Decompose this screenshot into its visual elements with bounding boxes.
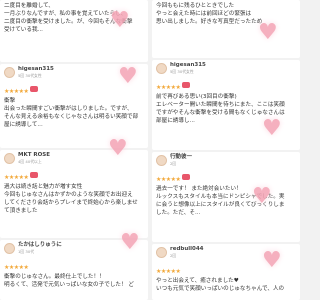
avatar <box>156 246 167 258</box>
review-card[interactable]: 今回ももに残るひとときでした やっと会えた時には前回ほどの緊張は 思い出しました… <box>152 0 300 58</box>
reviewer: redbull044 2回 <box>156 246 296 258</box>
review-line: 部屋に誘導し... <box>156 118 195 124</box>
badge <box>30 171 38 178</box>
star-rating: ★★★★★ <box>4 264 29 271</box>
review-title: やっと出会えて、癒されました♥ <box>156 278 239 284</box>
review-line: 屋に誘導して... <box>4 122 43 128</box>
avatar <box>156 62 167 74</box>
badge <box>182 173 190 180</box>
review-line: ルックスもスタイルも本当にドンピシャでした。実 <box>156 194 285 200</box>
review-line: 受けている我... <box>4 27 43 33</box>
review-title: 衝撃 <box>4 98 16 104</box>
review-card[interactable]: redbull044 2回 ★★★★★ やっと出会えて、癒されました♥ いつも元… <box>152 244 300 300</box>
review-card[interactable]: higesan315 5回 30代女性 ★★★★★ 前で再びある思い(3回目の衝… <box>152 60 300 150</box>
review-line: してくださり会話からプレイまで終始心から楽しませ <box>4 200 138 206</box>
review-card[interactable]: 二度目を離婚して、 一月ぶりなんですが、私の事を覚えていたらし、 二度目の衝撃を… <box>0 0 148 62</box>
star-rating: ★★★★★ <box>156 84 181 91</box>
review-title: 過去一です！ また絶対会いたい！ <box>156 186 242 192</box>
star-rating: ★★★★★ <box>4 88 29 95</box>
star-rating: ★★★★★ <box>156 268 181 275</box>
badge <box>30 85 38 92</box>
review-line: そんな見える余裕もなくじゃなさんは明るい笑顔で部 <box>4 114 139 120</box>
review-text: 衝撃のじゅなさん。最終仕上でした！！ 明るくて、活発で元気いっぱいな女の子でした… <box>4 273 144 289</box>
review-line: 思い出しました。好きな写真型だったため <box>156 19 263 25</box>
badge <box>182 81 190 88</box>
review-card[interactable]: たかはしりゅうに 1回 30代 ★★★★★ 衝撃のじゅなさん。最終仕上でした！！… <box>0 240 148 300</box>
reviewer: たかはしりゅうに 1回 30代 <box>4 242 144 254</box>
review-text: 過去一です！ また絶対会いたい！ ルックスもスタイルも本当にドンピシャでした。実… <box>156 185 296 217</box>
review-title: 前で再びある思い(3回目の衝撃) <box>156 94 237 100</box>
review-line: した。ただ、そ... <box>156 210 201 216</box>
review-line: 一月ぶりなんですが、私の事を覚えていたらし、 <box>4 11 127 17</box>
review-line: 今回もじゅなさんはかずかのような笑顔でお出迎え <box>4 192 133 198</box>
review-line: ですがやそんな衝撃を受ける間もなくじゅなさんは <box>156 110 285 116</box>
avatar <box>4 152 15 164</box>
reviewer: higesan315 5回 30代女性 <box>156 62 296 74</box>
review-title: 過大は続き話と魅力が増す女性 <box>4 184 83 190</box>
review-line: やっと会えた時には前回ほどの緊張は <box>156 11 252 17</box>
reviewer: MKT ROSE 4回 40代以上 <box>4 152 144 164</box>
review-line: に会うと想像以上にスタイルが良くてびっくりしま <box>156 202 285 208</box>
star-rating: ★★★★★ <box>156 176 181 183</box>
review-text: 二度目を離婚して、 一月ぶりなんですが、私の事を覚えていたらし、 二度目の衝撃を… <box>4 2 144 34</box>
review-text: 衝撃 出会った瞬間すごい衝撃がはしりました。ですが、 そんな見える余裕もなくじゃ… <box>4 97 144 129</box>
avatar <box>4 66 15 78</box>
review-line: て頂きました <box>4 208 38 214</box>
reviewer-name[interactable]: MKT ROSE <box>18 152 50 159</box>
reviewer-name[interactable]: たかはしりゅうに <box>18 242 62 249</box>
review-title: 衝撃のじゅなさん。最終仕上でした！！ <box>4 274 105 280</box>
review-text: 今回ももに残るひとときでした やっと会えた時には前回ほどの緊張は 思い出しました… <box>156 2 296 26</box>
review-text: やっと出会えて、癒されました♥ いつも元気で笑顔いっぱいのじゅなちゃんで、人の <box>156 277 296 293</box>
avatar <box>4 242 15 254</box>
reviewer: higesan315 5回 30代女性 <box>4 66 144 78</box>
reviewer-name[interactable]: higesan315 <box>170 62 206 69</box>
review-card[interactable]: higesan315 5回 30代女性 ★★★★★ 衝撃 出会った瞬間すごい衝撃… <box>0 64 148 148</box>
review-card[interactable]: MKT ROSE 4回 40代以上 ★★★★★ 過大は続き話と魅力が増す女性 今… <box>0 150 148 238</box>
review-line: エレベーター開いた瞬間を待ちにまた、ここは笑顔 <box>156 102 285 108</box>
reviewer-name[interactable]: redbull044 <box>170 246 203 253</box>
review-line: 二度目の衝撃を受けました。が、今回もそんな衝撃 <box>4 19 133 25</box>
review-title: 今回ももに残るひとときでした <box>156 3 235 9</box>
reviewer-name[interactable]: higesan315 <box>18 66 54 73</box>
review-line: 二度目を離婚して、 <box>4 3 54 9</box>
star-rating: ★★★★★ <box>4 174 29 181</box>
reviewer-name[interactable]: 行動彼一 <box>170 154 192 161</box>
review-text: 前で再びある思い(3回目の衝撃) エレベーター開いた瞬間を待ちにまた、ここは笑顔… <box>156 93 296 125</box>
review-text: 過大は続き話と魅力が増す女性 今回もじゅなさんはかずかのような笑顔でお出迎え し… <box>4 183 144 215</box>
review-card[interactable]: 行動彼一 2回 ★★★★★ 過去一です！ また絶対会いたい！ ルックスもスタイル… <box>152 152 300 242</box>
right-review-column: 今回ももに残るひとときでした やっと会えた時には前回ほどの緊張は 思い出しました… <box>152 0 300 300</box>
review-line: 出会った瞬間すごい衝撃がはしりました。ですが、 <box>4 106 133 112</box>
reviewer: 行動彼一 2回 <box>156 154 296 166</box>
review-line: 明るくて、活発で元気いっぱいな女の子でした！ ど <box>4 282 134 288</box>
avatar <box>156 154 167 166</box>
left-review-column: 二度目を離婚して、 一月ぶりなんですが、私の事を覚えていたらし、 二度目の衝撃を… <box>0 0 148 300</box>
review-line: いつも元気で笑顔いっぱいのじゅなちゃんで、人の <box>156 286 285 292</box>
